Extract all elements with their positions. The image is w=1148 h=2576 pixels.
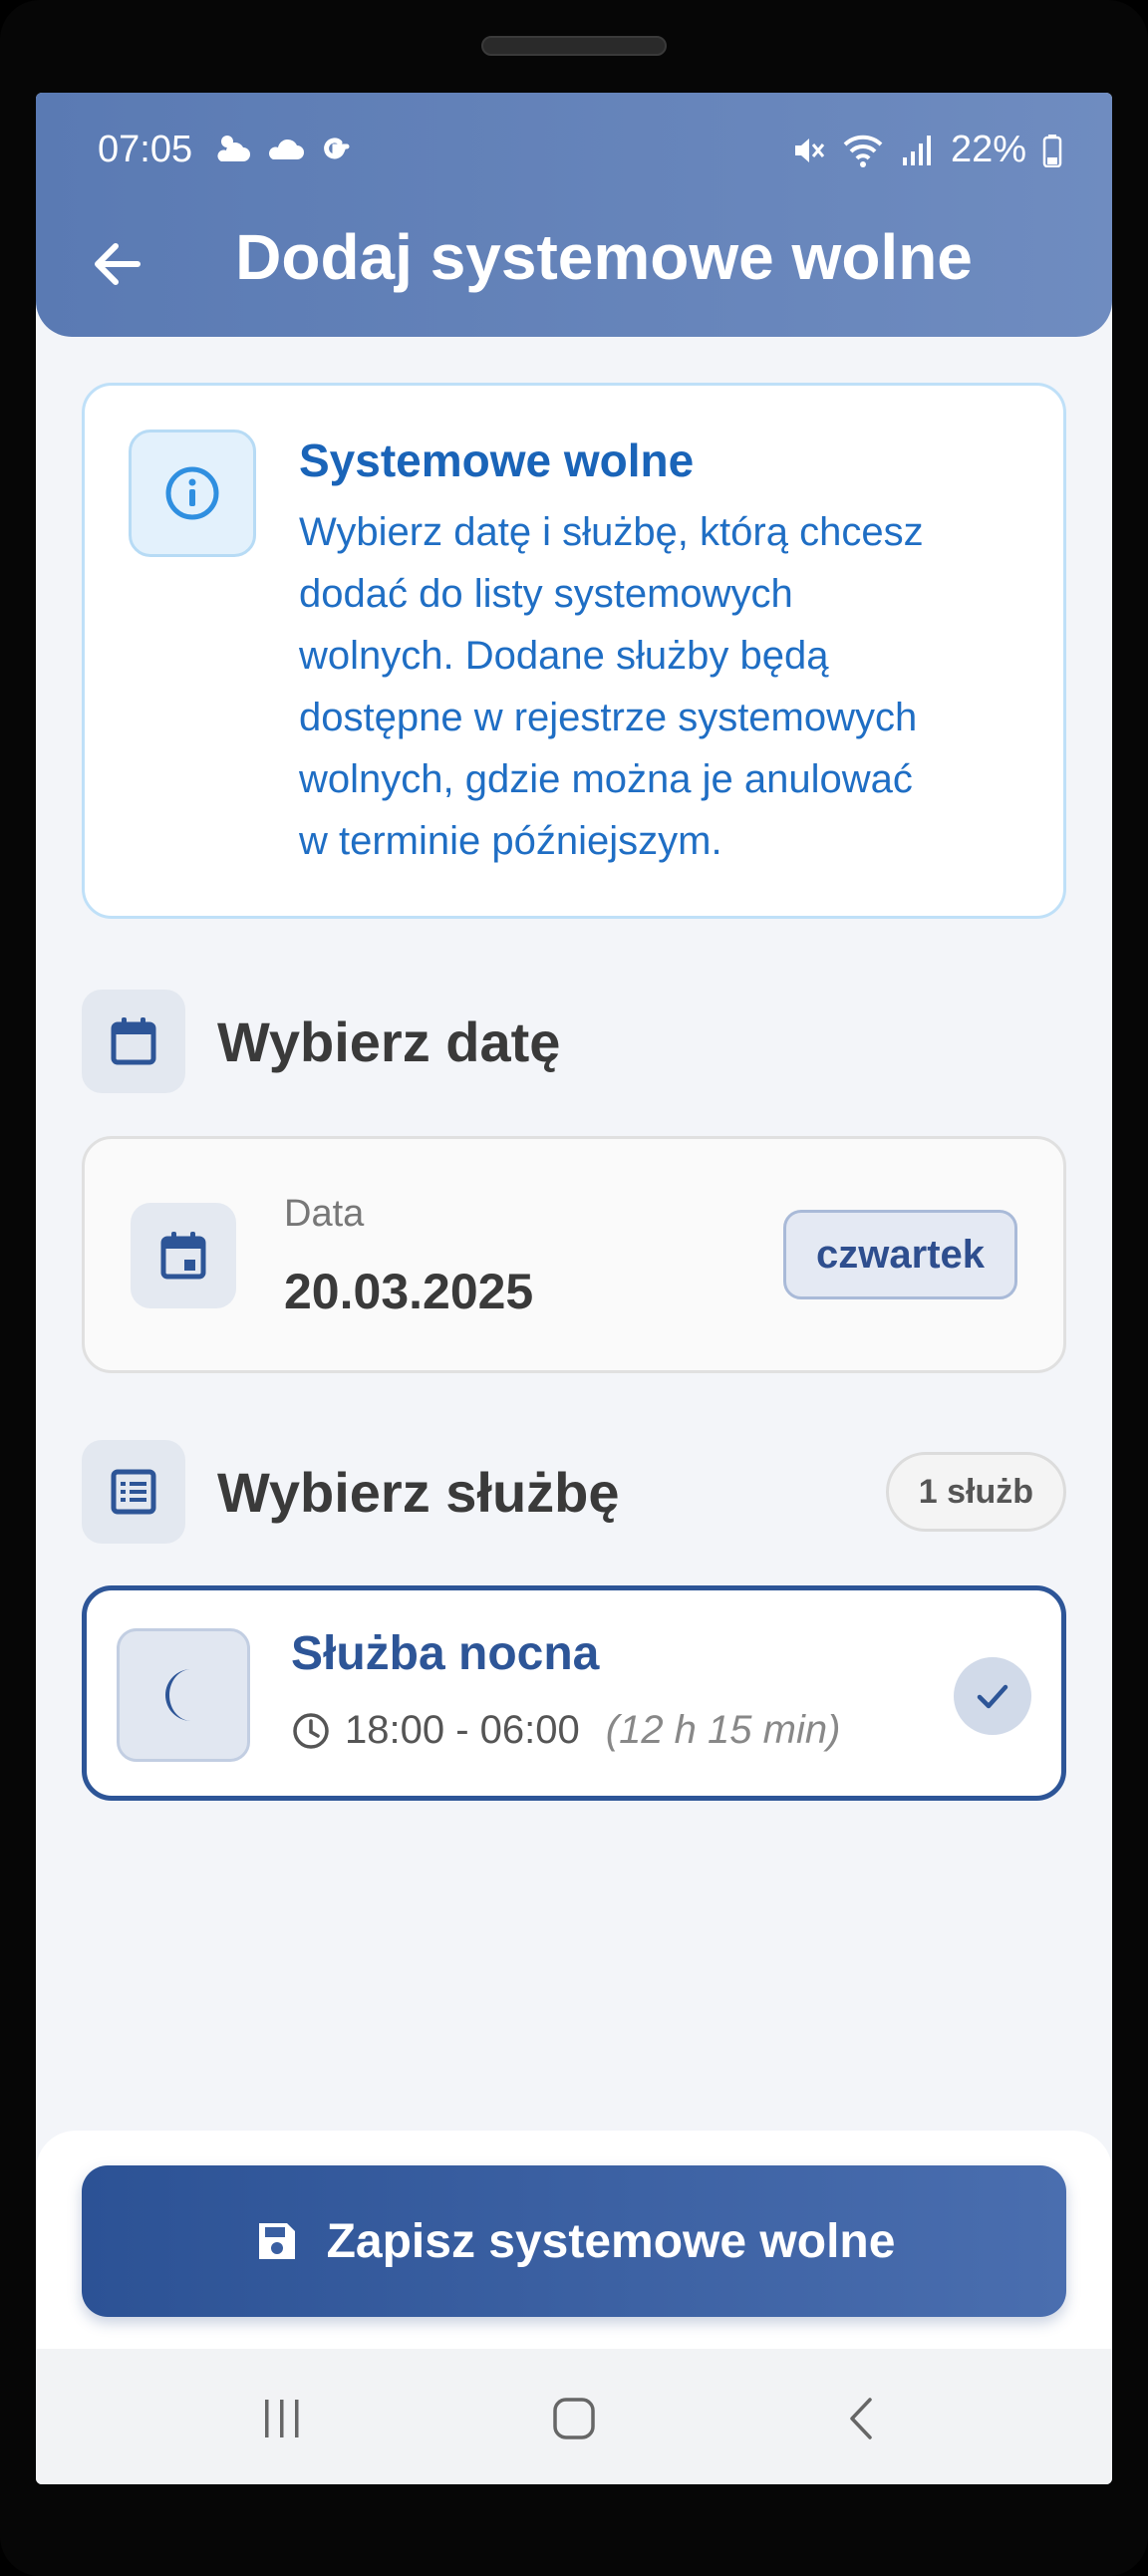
app-header: 07:05 22% Dodaj systemowe wolne xyxy=(36,93,1112,337)
nav-home-button[interactable] xyxy=(544,2389,604,2448)
shift-name: Służba nocna xyxy=(291,1627,600,1680)
shift-section-title: Wybierz służbę xyxy=(217,1461,620,1524)
moon-icon xyxy=(165,1669,191,1721)
mute-icon xyxy=(794,138,825,162)
info-text-line: Wybierz datę i służbę, którą chcesz xyxy=(299,510,924,554)
date-section-icon-box xyxy=(82,990,185,1093)
cloud-icon xyxy=(269,139,304,159)
date-picker-card[interactable]: Data 20.03.2025 czwartek xyxy=(82,1136,1066,1373)
date-section-header: Wybierz datę xyxy=(82,990,1066,1093)
calendar-icon xyxy=(111,1017,156,1065)
date-label: Data xyxy=(284,1193,365,1235)
info-card: Systemowe wolne Wybierz datę i służbę, k… xyxy=(82,383,1066,919)
signal-icon xyxy=(902,135,931,165)
status-time: 07:05 xyxy=(98,129,193,170)
check-icon xyxy=(977,1684,1008,1709)
info-title: Systemowe wolne xyxy=(299,434,695,486)
date-section-title: Wybierz datę xyxy=(217,1010,561,1073)
status-system-icons: 22% xyxy=(789,129,1062,171)
app-screen: 07:05 22% Dodaj systemowe wolne Systemow… xyxy=(36,93,1112,2484)
event-icon xyxy=(160,1232,206,1280)
nav-back-button[interactable] xyxy=(833,2389,893,2448)
recents-icon xyxy=(265,2400,299,2437)
page-title: Dodaj systemowe wolne xyxy=(235,221,973,293)
selected-check xyxy=(954,1657,1031,1735)
date-icon-box xyxy=(131,1203,236,1308)
back-icon xyxy=(850,2398,872,2439)
system-nav-bar xyxy=(36,2349,1112,2484)
wifi-icon xyxy=(843,135,883,167)
list-icon xyxy=(111,1469,156,1515)
date-value: 20.03.2025 xyxy=(284,1264,534,1319)
shift-time: 18:00 - 06:00 xyxy=(345,1708,580,1752)
weekday-chip: czwartek xyxy=(783,1210,1017,1299)
shift-option-night[interactable]: Służba nocna 18:00 - 06:00 (12 h 15 min) xyxy=(82,1585,1066,1801)
status-bar: 07:05 22% xyxy=(36,93,1112,212)
info-icon xyxy=(165,466,219,520)
info-icon-box xyxy=(129,429,256,557)
shift-icon-box xyxy=(117,1628,250,1762)
weather-icon xyxy=(217,136,250,161)
battery-percent: 22% xyxy=(950,129,1026,170)
info-text-line: dodać do listy systemowych xyxy=(299,572,793,616)
google-icon xyxy=(324,138,350,159)
shift-time-row: 18:00 - 06:00 (12 h 15 min) xyxy=(291,1708,840,1753)
battery-icon xyxy=(1042,134,1062,167)
info-text-line: wolnych, gdzie można je anulować xyxy=(299,757,913,801)
shift-section-icon-box xyxy=(82,1440,185,1544)
phone-frame: 07:05 22% Dodaj systemowe wolne Systemow… xyxy=(0,0,1148,2576)
info-text-line: w terminie późniejszym. xyxy=(299,819,722,863)
save-button-label: Zapisz systemowe wolne xyxy=(326,2214,896,2268)
info-text-line: wolnych. Dodane służby będą xyxy=(299,634,829,678)
save-icon xyxy=(258,2223,295,2259)
info-text-line: dostępne w rejestrze systemowych xyxy=(299,696,918,739)
info-text: Wybierz datę i służbę, którą chcesz doda… xyxy=(299,501,1016,872)
save-button[interactable]: Zapisz systemowe wolne xyxy=(82,2165,1066,2317)
status-notification-icons xyxy=(213,131,353,166)
shift-duration: (12 h 15 min) xyxy=(605,1708,841,1752)
shift-section-header: Wybierz służbę 1 służb xyxy=(82,1440,1066,1544)
speaker-grille xyxy=(481,36,667,56)
shift-count-badge: 1 służb xyxy=(885,1452,1066,1532)
clock-icon xyxy=(293,1712,329,1749)
nav-recents-button[interactable] xyxy=(252,2389,312,2448)
home-icon xyxy=(553,2398,595,2439)
